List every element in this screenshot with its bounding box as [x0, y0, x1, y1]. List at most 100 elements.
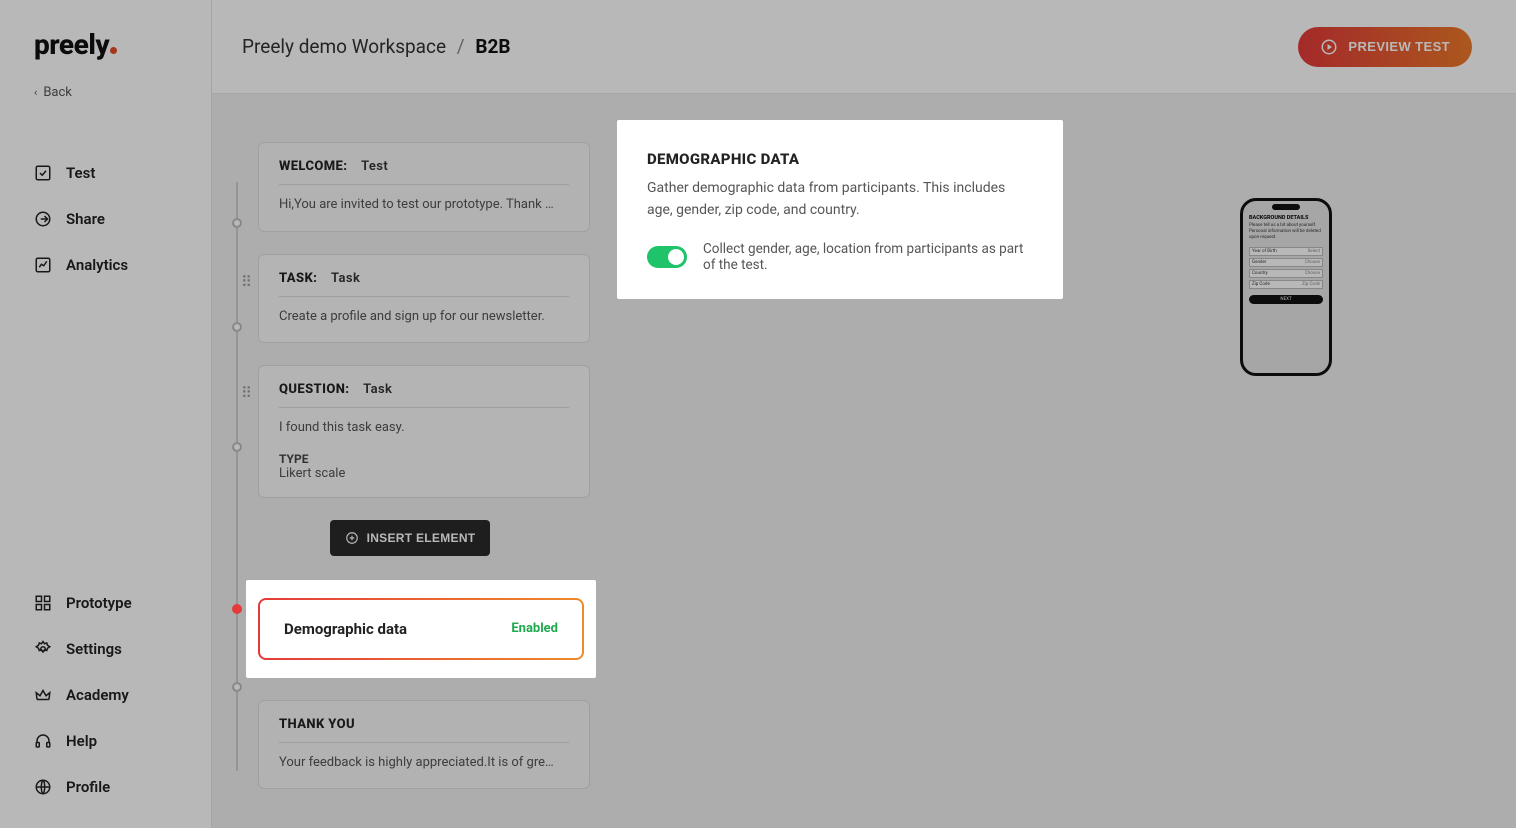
phone-field-label: Country	[1252, 271, 1268, 276]
timeline-dot	[232, 442, 242, 452]
toggle-row: Collect gender, age, location from parti…	[647, 241, 1033, 273]
card-welcome[interactable]: WELCOME: Test Hi,You are invited to test…	[258, 142, 590, 232]
phone-sub: Please tell us a bit about yourself. Per…	[1249, 223, 1323, 241]
sidebar-item-test[interactable]: Test	[0, 150, 211, 196]
timeline-dot	[232, 682, 242, 692]
card-head: TASK: Task	[279, 271, 569, 286]
sidebar-item-profile[interactable]: Profile	[0, 764, 211, 810]
insert-element-label: INSERT ELEMENT	[367, 531, 476, 545]
card-head-label: QUESTION:	[279, 382, 349, 397]
phone-field-label: Gender	[1252, 260, 1266, 265]
breadcrumb-workspace[interactable]: Preely demo Workspace	[242, 35, 446, 58]
gear-icon	[34, 640, 52, 658]
card-type-label: TYPE	[279, 452, 569, 466]
card-head-title: Task	[363, 382, 392, 397]
highlight-wrap: Demographic data Enabled	[246, 580, 596, 678]
phone-field: Country Choose	[1249, 269, 1323, 278]
globe-icon	[34, 778, 52, 796]
card-head: THANK YOU	[279, 717, 569, 732]
card-head-label: WELCOME:	[279, 159, 347, 174]
card-head-title: Task	[331, 271, 360, 286]
logo-dot-icon	[110, 47, 117, 54]
nav-bottom: Prototype Settings Academy Help Profile	[0, 580, 211, 810]
card-desc: Your feedback is highly appreciated.It i…	[279, 753, 569, 773]
demographic-status: Enabled	[511, 621, 558, 636]
divider	[279, 742, 569, 743]
nav-label: Share	[66, 210, 105, 228]
phone-next-button: NEXT	[1249, 295, 1323, 304]
logo: preely	[34, 28, 117, 61]
timeline-dot-active	[232, 604, 242, 614]
breadcrumb-current: B2B	[475, 35, 510, 58]
card-head-title: Test	[361, 159, 388, 174]
phone-field-hint: Choose	[1305, 260, 1320, 265]
phone-field-hint: Zip Code	[1302, 282, 1320, 287]
detail-body: Gather demographic data from participant…	[647, 178, 1033, 221]
logo-wrap: preely	[0, 28, 211, 71]
nav-label: Analytics	[66, 256, 128, 274]
card-head: WELCOME: Test	[279, 159, 569, 174]
nav-label: Help	[66, 732, 97, 750]
nav-top: Test Share Analytics	[0, 150, 211, 288]
card-thankyou[interactable]: THANK YOU Your feedback is highly apprec…	[258, 700, 590, 790]
insert-element-button[interactable]: INSERT ELEMENT	[330, 520, 490, 556]
drag-handle-icon[interactable]: ⠿	[241, 273, 249, 291]
timeline-dot	[232, 218, 242, 228]
toggle-knob	[668, 249, 684, 265]
nav-label: Prototype	[66, 594, 132, 612]
sidebar-item-analytics[interactable]: Analytics	[0, 242, 211, 288]
detail-heading: DEMOGRAPHIC DATA	[647, 150, 1033, 168]
canvas: WELCOME: Test Hi,You are invited to test…	[212, 94, 1516, 828]
toggle-label: Collect gender, age, location from parti…	[703, 241, 1033, 273]
nav-label: Profile	[66, 778, 110, 796]
phone-field-label: Zip Code	[1252, 282, 1270, 287]
card-desc: Create a profile and sign up for our new…	[279, 307, 569, 327]
sidebar-item-share[interactable]: Share	[0, 196, 211, 242]
phone-field-label: Year of Birth	[1252, 249, 1277, 254]
phone-preview: BACKGROUND DETAILS Please tell us a bit …	[1240, 198, 1332, 376]
collect-demographics-toggle[interactable]	[647, 246, 687, 268]
card-question[interactable]: ⠿ QUESTION: Task I found this task easy.…	[258, 365, 590, 498]
card-head-label: THANK YOU	[279, 717, 355, 732]
phone-field: Zip Code Zip Code	[1249, 280, 1323, 289]
chart-icon	[34, 256, 52, 274]
card-task[interactable]: ⠿ TASK: Task Create a profile and sign u…	[258, 254, 590, 344]
back-link[interactable]: ‹ Back	[0, 71, 211, 114]
crown-icon	[34, 686, 52, 704]
sidebar: preely ‹ Back Test Share Analytics Proto…	[0, 0, 212, 828]
sidebar-item-help[interactable]: Help	[0, 718, 211, 764]
flow-column: WELCOME: Test Hi,You are invited to test…	[230, 142, 590, 811]
timeline-line	[236, 182, 238, 771]
share-icon	[34, 210, 52, 228]
nav-label: Settings	[66, 640, 122, 658]
card-desc: Hi,You are invited to test our prototype…	[279, 195, 569, 215]
grid-icon	[34, 594, 52, 612]
card-demographic[interactable]: Demographic data Enabled	[258, 598, 584, 660]
sidebar-item-settings[interactable]: Settings	[0, 626, 211, 672]
plus-circle-icon	[345, 531, 359, 545]
divider	[279, 407, 569, 408]
back-label: Back	[43, 85, 72, 100]
preview-test-button[interactable]: PREVIEW TEST	[1298, 27, 1472, 67]
phone-title: BACKGROUND DETAILS	[1249, 215, 1323, 221]
breadcrumb: Preely demo Workspace / B2B	[242, 35, 510, 58]
divider	[279, 296, 569, 297]
logo-text: preely	[34, 28, 109, 61]
drag-handle-icon[interactable]: ⠿	[241, 384, 249, 402]
sidebar-item-prototype[interactable]: Prototype	[0, 580, 211, 626]
headset-icon	[34, 732, 52, 750]
phone-field-hint: Choose	[1305, 271, 1320, 276]
card-desc: I found this task easy.	[279, 418, 569, 438]
card-head-label: TASK:	[279, 271, 317, 286]
nav-label: Academy	[66, 686, 129, 704]
topbar: Preely demo Workspace / B2B PREVIEW TEST	[212, 0, 1516, 94]
phone-field: Year of Birth Select	[1249, 247, 1323, 256]
demographic-title: Demographic data	[284, 620, 407, 638]
phone-notch-icon	[1272, 204, 1300, 210]
phone-field-hint: Select	[1308, 249, 1320, 254]
phone-field: Gender Choose	[1249, 258, 1323, 267]
chevron-left-icon: ‹	[34, 86, 37, 99]
nav-label: Test	[66, 164, 95, 182]
sidebar-item-academy[interactable]: Academy	[0, 672, 211, 718]
card-head: QUESTION: Task	[279, 382, 569, 397]
